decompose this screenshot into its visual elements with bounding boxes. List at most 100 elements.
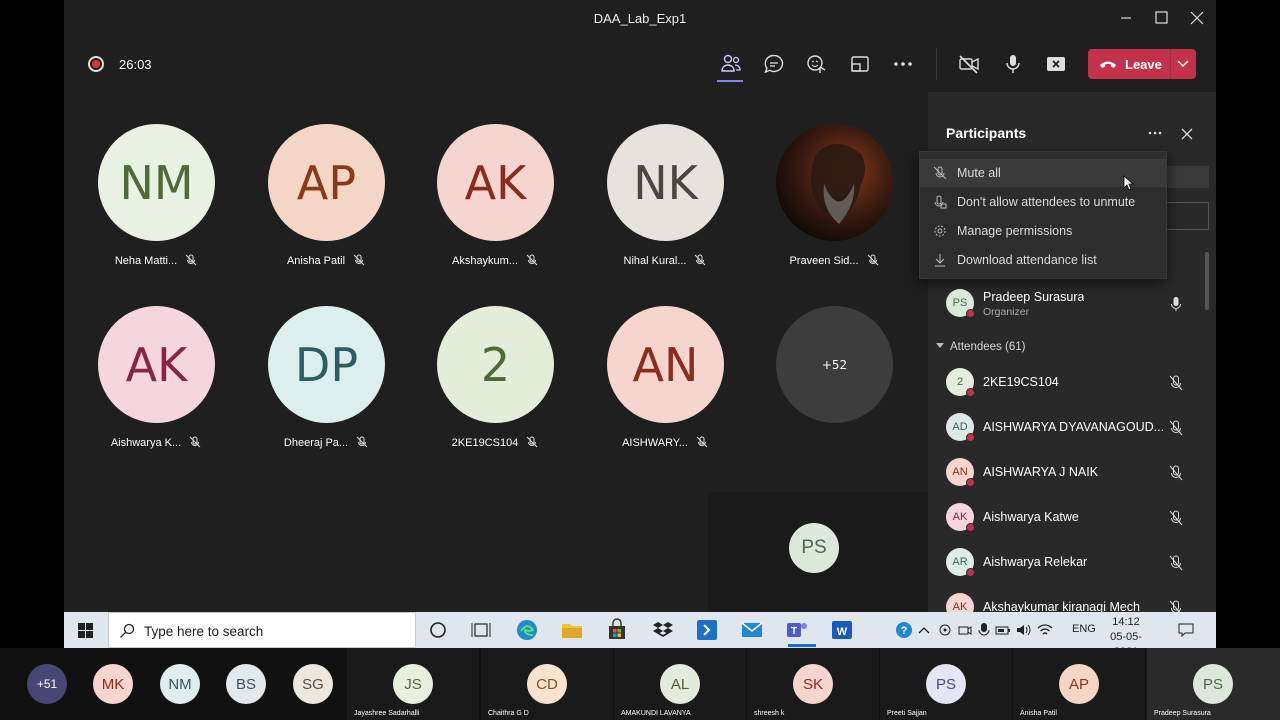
reactions-icon[interactable] — [805, 52, 829, 76]
cortana-icon[interactable] — [426, 618, 450, 642]
strip-video-cell[interactable]: JS Jayashree Sadarhalli — [347, 648, 479, 720]
strip-avatar: CD — [527, 664, 567, 704]
strip-video-cell[interactable]: AL AMAKUNDI LAVANYA — [614, 648, 746, 720]
dropbox-icon[interactable] — [651, 618, 675, 642]
teams-icon[interactable]: T — [785, 618, 809, 642]
minimize-icon[interactable] — [1116, 8, 1136, 28]
strip-video-cell[interactable]: CD Chaithra G D — [481, 648, 613, 720]
strip-name: Chaithra G D — [488, 710, 529, 717]
organizer-row[interactable]: PS Pradeep Surasura Organizer — [946, 284, 1206, 324]
attendee-row[interactable]: AK Aishwarya Katwe — [946, 498, 1206, 538]
participant-tile[interactable]: AP Anisha Patil — [251, 124, 401, 274]
attendee-row[interactable]: AK Akshaykumar kiranagi Mech — [946, 588, 1206, 612]
share-invite-field[interactable] — [1165, 166, 1209, 188]
overflow-participants-tile[interactable]: +52 — [759, 306, 909, 456]
rooms-icon[interactable] — [848, 52, 872, 76]
menu-item-manage-permissions[interactable]: Manage permissions — [920, 217, 1166, 245]
chevron-down-icon[interactable] — [1177, 59, 1189, 69]
wifi-icon[interactable] — [1037, 623, 1053, 637]
mic-muted-icon — [353, 254, 365, 266]
file-explorer-icon[interactable] — [560, 618, 584, 642]
mic-muted-icon — [695, 254, 706, 266]
participants-icon[interactable] — [719, 52, 743, 76]
close-window-icon[interactable] — [1187, 8, 1207, 28]
tray-app-icon[interactable] — [938, 623, 952, 637]
download-icon — [935, 254, 945, 267]
strip-avatar[interactable]: SG — [293, 664, 333, 704]
mic-muted-icon — [867, 254, 878, 266]
avatar: AK — [946, 593, 974, 612]
strip-name: Pradeep Surasura — [1154, 710, 1211, 717]
strip-avatar[interactable]: BS — [226, 664, 266, 704]
task-view-icon[interactable] — [469, 618, 493, 642]
maximize-icon[interactable] — [1151, 8, 1171, 28]
avatar: 2 — [437, 306, 554, 423]
strip-name: Jayashree Sadarhalli — [354, 710, 420, 717]
presence-busy-icon — [966, 433, 975, 442]
help-icon[interactable]: ? — [892, 618, 916, 642]
participant-tile[interactable]: AK Aishwarya K... — [81, 306, 231, 456]
panel-more-icon[interactable] — [1147, 129, 1163, 137]
tray-mic-icon[interactable] — [978, 622, 990, 638]
attendee-row[interactable]: 2 2KE19CS104 — [946, 363, 1206, 403]
strip-video-cell[interactable]: PS Pradeep Surasura — [1147, 648, 1280, 720]
edge-icon[interactable] — [515, 618, 539, 642]
store-icon[interactable] — [605, 618, 629, 642]
participant-tile[interactable]: Praveen Sid... — [759, 124, 909, 274]
leave-button[interactable]: Leave — [1088, 49, 1196, 79]
gallery-strip: +51 MK NM BS SG JS Jayashree Sadarhalli … — [0, 648, 1280, 720]
attendee-row[interactable]: AN AISHWARYA J NAIK — [946, 453, 1206, 493]
mic-muted-icon — [696, 436, 708, 448]
participant-tile[interactable]: AN AISHWARY... — [590, 306, 740, 456]
notification-center-icon[interactable] — [1178, 622, 1194, 638]
word-icon[interactable]: W — [830, 618, 854, 642]
microphone-icon[interactable] — [1001, 52, 1025, 76]
strip-video-cell[interactable]: PS Preeti Sajjan — [880, 648, 1012, 720]
participant-name: Pradeep Surasura — [983, 290, 1085, 304]
participant-tile[interactable]: 2 2KE19CS104 — [420, 306, 570, 456]
mic-muted-icon — [526, 254, 538, 266]
powershell-icon[interactable] — [695, 618, 719, 642]
overflow-count: +52 — [776, 306, 893, 423]
menu-item-download-attendance[interactable]: Download attendance list — [920, 246, 1166, 274]
tray-camera-icon[interactable] — [958, 623, 972, 637]
overflow-count[interactable]: +51 — [27, 664, 67, 704]
menu-item-disallow-unmute[interactable]: Don't allow attendees to unmute — [920, 188, 1166, 216]
panel-scrollbar[interactable] — [1205, 252, 1209, 310]
camera-off-icon[interactable] — [957, 52, 981, 76]
attendee-row[interactable]: AR Aishwarya Relekar — [946, 543, 1206, 583]
taskbar-search-box[interactable]: Type here to search — [108, 612, 416, 648]
strip-avatar[interactable]: NM — [160, 664, 200, 704]
attendees-header[interactable]: Attendees (61) — [936, 341, 1025, 353]
language-indicator[interactable]: ENG — [1072, 623, 1096, 635]
strip-video-cell[interactable]: AP Anisha Patil — [1013, 648, 1145, 720]
windows-start-icon[interactable] — [78, 623, 93, 638]
participant-tile[interactable]: AK Akshaykum... — [420, 124, 570, 274]
window-title: DAA_Lab_Exp1 — [593, 11, 687, 26]
participant-name: Praveen Sid... — [759, 254, 909, 267]
participant-tile[interactable]: NK Nihal Kural... — [590, 124, 740, 274]
avatar: NK — [607, 124, 724, 241]
participant-role: Organizer — [983, 306, 1030, 318]
attendee-row[interactable]: AD AISHWARYA DYAVANAGOUD... — [946, 408, 1206, 448]
more-actions-icon[interactable] — [891, 52, 915, 76]
mic-muted-icon — [933, 166, 947, 180]
participant-tile[interactable]: NM Neha Matti... — [81, 124, 231, 274]
strip-avatar[interactable]: MK — [93, 664, 133, 704]
tray-chevron-up-icon[interactable] — [918, 625, 930, 635]
mail-icon[interactable] — [740, 618, 764, 642]
volume-icon[interactable] — [1016, 623, 1032, 637]
search-participants-field[interactable] — [1165, 202, 1209, 230]
participant-tile[interactable]: DP Dheeraj Pa... — [251, 306, 401, 456]
mic-muted-icon — [189, 436, 201, 448]
strip-avatar: PS — [926, 664, 966, 704]
mic-muted-icon — [1169, 600, 1181, 612]
participant-name: Akshaykum... — [420, 254, 570, 267]
strip-video-cell[interactable]: SK shreesh k — [747, 648, 879, 720]
chat-icon[interactable] — [762, 52, 786, 76]
close-panel-icon[interactable] — [1180, 127, 1194, 141]
active-app-indicator — [788, 644, 816, 647]
battery-icon[interactable] — [995, 623, 1011, 637]
share-tray-icon[interactable] — [1044, 52, 1068, 76]
screen: DAA_Lab_Exp1 26:03 Leave NM Neha Matti..… — [0, 0, 1280, 720]
